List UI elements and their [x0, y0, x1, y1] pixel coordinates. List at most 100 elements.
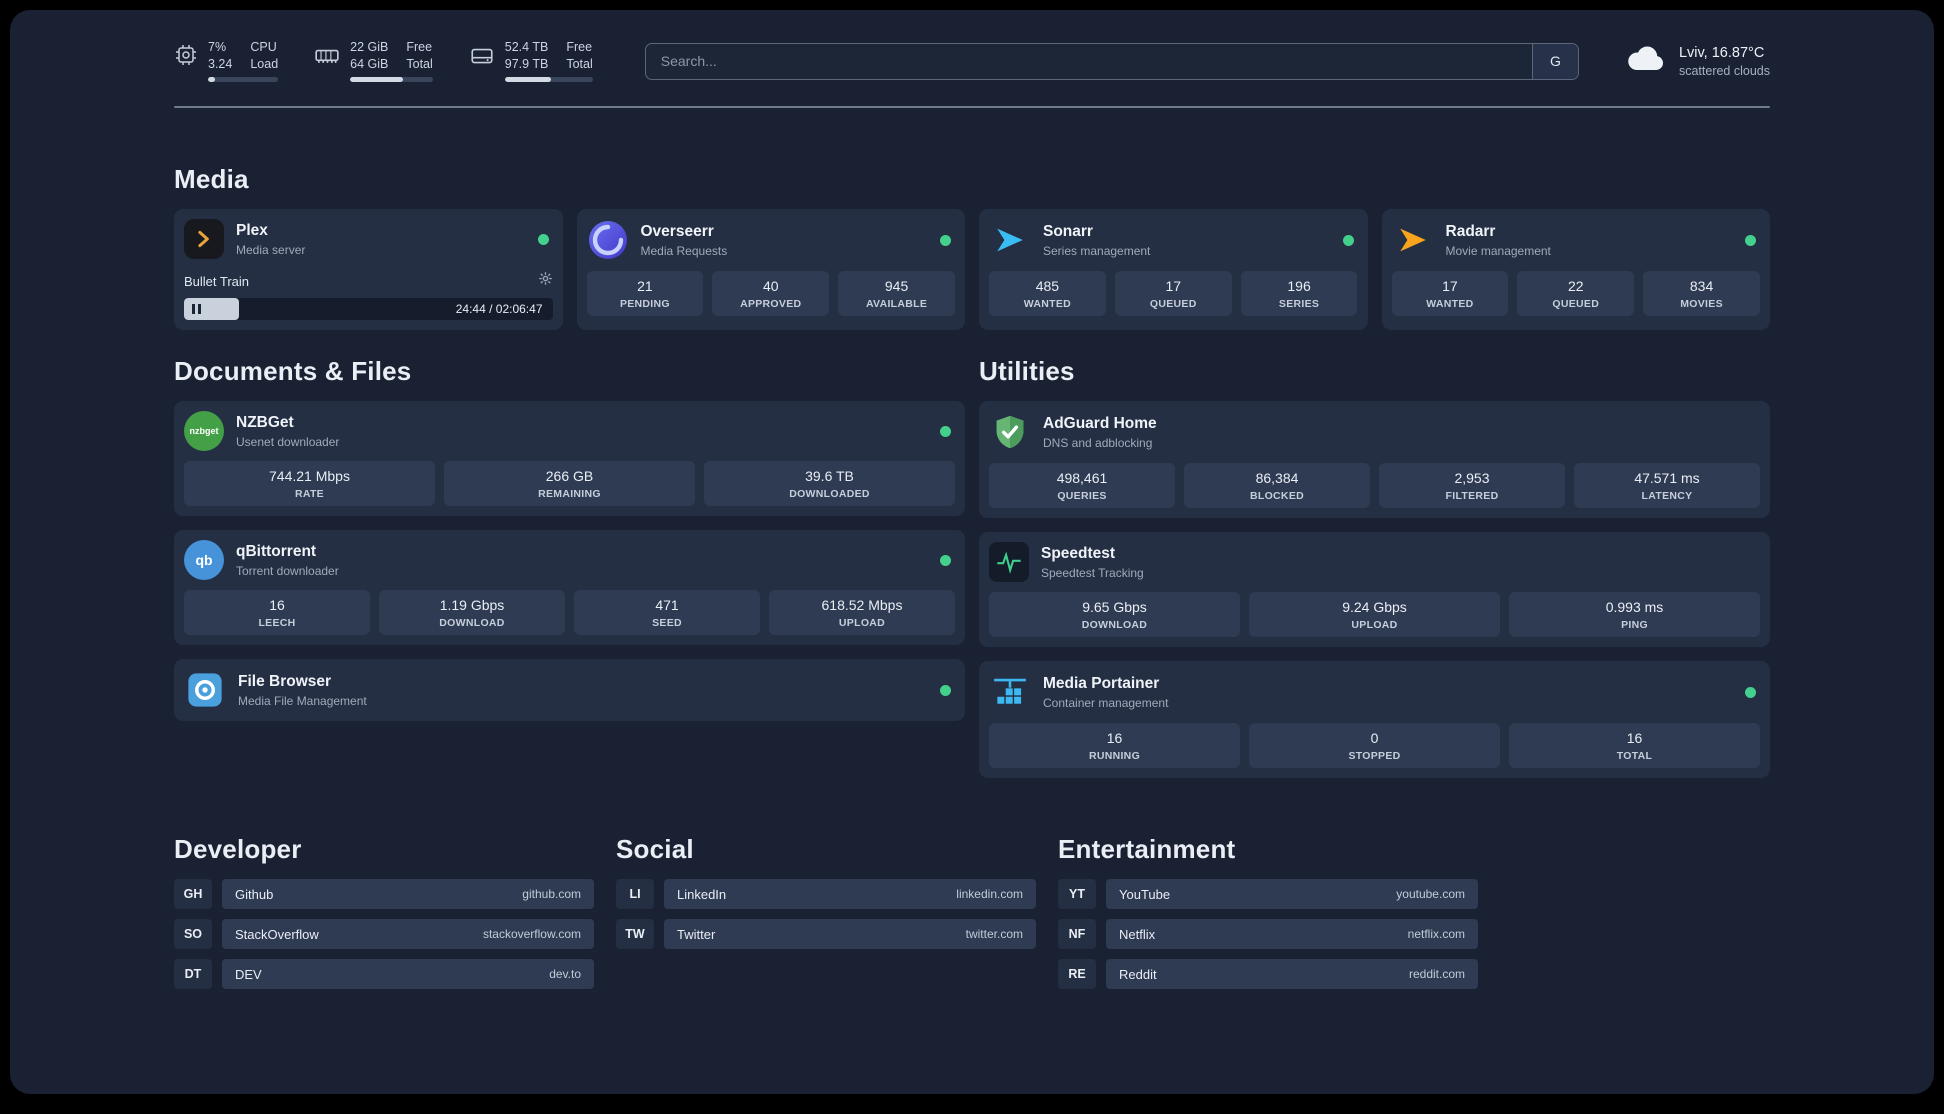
bookmark-list: YT YouTube youtube.com NF Netflix netfli…	[1058, 879, 1478, 989]
stat-label: STOPPED	[1348, 750, 1401, 762]
stat-tile: 485 WANTED	[989, 271, 1106, 316]
bookmark-dev[interactable]: DT DEV dev.to	[174, 959, 594, 989]
pause-icon[interactable]	[198, 304, 201, 314]
service-subtitle: DNS and adblocking	[1043, 435, 1153, 450]
stat-label: WANTED	[1426, 298, 1474, 310]
bookmark-name: DEV	[235, 966, 262, 982]
stat-value: 22	[1567, 278, 1584, 294]
service-title: Speedtest Speedtest Tracking	[1041, 545, 1760, 580]
service-name: AdGuard Home	[1043, 414, 1157, 432]
portainer-card[interactable]: Media Portainer Container management 16 …	[979, 661, 1770, 778]
bookmark-youtube[interactable]: YT YouTube youtube.com	[1058, 879, 1478, 909]
storage-total-label: Total	[566, 57, 593, 71]
bookmark-abbr: RE	[1058, 959, 1096, 989]
stat-tile: 1.19 Gbps DOWNLOAD	[379, 590, 565, 635]
storage-total-value: 97.9 TB	[504, 57, 549, 71]
storage-progress-bar	[504, 77, 593, 82]
bookmark-linkedin[interactable]: LI LinkedIn linkedin.com	[616, 879, 1036, 909]
stat-label: AVAILABLE	[865, 298, 928, 310]
stat-value: 47.571 ms	[1634, 470, 1700, 486]
service-subtitle: Container management	[1043, 695, 1169, 710]
stat-value: 471	[655, 597, 679, 613]
stat-label: BLOCKED	[1249, 490, 1304, 502]
stat-tile: 471 SEED	[574, 590, 760, 635]
stat-label: SERIES	[1278, 298, 1320, 310]
service-title: qBittorrent Torrent downloader	[236, 543, 928, 578]
stat-label: QUERIES	[1057, 490, 1107, 502]
stat-label: QUEUED	[1149, 298, 1197, 310]
bookmark-github[interactable]: GH Github github.com	[174, 879, 594, 909]
service-name: Plex	[236, 221, 268, 239]
stat-tile: 17 QUEUED	[1114, 271, 1232, 316]
bookmark-url: twitter.com	[965, 927, 1023, 941]
service-subtitle: Usenet downloader	[236, 434, 340, 449]
service-subtitle: Media server	[236, 242, 306, 257]
status-dot	[537, 233, 549, 245]
filebrowser-card[interactable]: File Browser Media File Management	[174, 659, 965, 721]
bookmark-netflix[interactable]: NF Netflix netflix.com	[1058, 919, 1478, 949]
playback-progress-bar[interactable]: 24:44 / 02:06:47	[184, 298, 553, 320]
cpu-monitor: 7% CPU 3.24 Load	[174, 40, 279, 82]
status-dot	[1342, 234, 1354, 246]
card-header: Radarr Movie management	[1392, 219, 1761, 261]
sonarr-icon	[989, 219, 1031, 261]
service-name: Speedtest	[1041, 544, 1116, 562]
service-title: Plex Media server	[236, 222, 526, 257]
adguard-card[interactable]: AdGuard Home DNS and adblocking 498,461 …	[979, 401, 1770, 518]
stat-label: LEECH	[258, 617, 296, 629]
stat-tile: 16 LEECH	[184, 590, 370, 635]
stat-value: 40	[762, 278, 779, 294]
bookmark-twitter[interactable]: TW Twitter twitter.com	[616, 919, 1036, 949]
radarr-card[interactable]: Radarr Movie management 17 WANTED 22 QUE…	[1381, 209, 1770, 330]
speedtest-card[interactable]: Speedtest Speedtest Tracking 9.65 Gbps D…	[979, 532, 1770, 647]
gear-icon[interactable]	[538, 271, 553, 291]
radarr-icon	[1392, 219, 1434, 261]
memory-total-value: 64 GiB	[350, 57, 389, 71]
stat-label: TOTAL	[1616, 750, 1653, 762]
pause-icon[interactable]	[192, 304, 195, 314]
top-bar: 7% CPU 3.24 Load 22 GiB Free 64 GiB Tota…	[174, 40, 1770, 82]
cpu-label: CPU	[250, 40, 277, 54]
service-name: File Browser	[238, 672, 332, 690]
sonarr-card[interactable]: Sonarr Series management 485 WANTED 17 Q…	[979, 209, 1368, 330]
social-section-title: Social	[616, 834, 694, 864]
stat-value: 2,953	[1454, 470, 1490, 486]
stat-label: WANTED	[1023, 298, 1072, 310]
stat-value: 16	[1106, 730, 1123, 746]
stat-tile: 945 AVAILABLE	[838, 271, 955, 316]
memory-free-label: Free	[406, 40, 433, 54]
storage-readout: 52.4 TB Free 97.9 TB Total	[504, 40, 593, 82]
service-subtitle: Media File Management	[238, 693, 367, 708]
stat-label: UPLOAD	[1351, 619, 1398, 631]
service-subtitle: Movie management	[1445, 243, 1551, 258]
stats-row: 16 LEECH 1.19 Gbps DOWNLOAD 471 SEED 618…	[184, 590, 955, 635]
stat-label: PENDING	[619, 298, 670, 310]
stat-tile: 266 GB REMAINING	[444, 461, 695, 506]
bookmark-url: youtube.com	[1396, 887, 1465, 901]
bookmark-stackoverflow[interactable]: SO StackOverflow stackoverflow.com	[174, 919, 594, 949]
bookmark-bar: Twitter twitter.com	[664, 919, 1036, 949]
service-name: qBittorrent	[236, 542, 317, 560]
status-dot	[940, 234, 951, 246]
service-title: File Browser Media File Management	[238, 673, 928, 708]
bookmark-list: LI LinkedIn linkedin.com TW Twitter twit…	[616, 879, 1036, 949]
plex-card[interactable]: Plex Media server Bullet Train 24:44 / 0…	[174, 209, 563, 330]
overseerr-card[interactable]: Overseerr Media Requests 21 PENDING 40 A…	[576, 209, 965, 330]
bookmark-abbr: DT	[174, 959, 212, 989]
stat-tile: 744.21 Mbps RATE	[184, 461, 435, 506]
bookmark-bar: Reddit reddit.com	[1106, 959, 1478, 989]
status-dot	[1745, 686, 1756, 698]
service-title: Media Portainer Container management	[1043, 675, 1733, 710]
utilities-section-title: Utilities	[979, 356, 1075, 386]
stat-value: 266 GB	[545, 468, 594, 484]
nzbget-card[interactable]: nzbget NZBGet Usenet downloader 744.21 M…	[174, 401, 965, 516]
media-section-title: Media	[174, 164, 249, 194]
qbittorrent-card[interactable]: qb qBittorrent Torrent downloader 16 LEE…	[174, 530, 965, 645]
storage-free-label: Free	[566, 40, 593, 54]
stat-label: APPROVED	[740, 298, 802, 310]
bookmark-reddit[interactable]: RE Reddit reddit.com	[1058, 959, 1478, 989]
search-engine-button[interactable]: G	[1531, 43, 1578, 79]
stat-tile: 16 RUNNING	[989, 723, 1240, 768]
search-input[interactable]	[645, 43, 1532, 79]
stat-value: 834	[1689, 278, 1714, 294]
